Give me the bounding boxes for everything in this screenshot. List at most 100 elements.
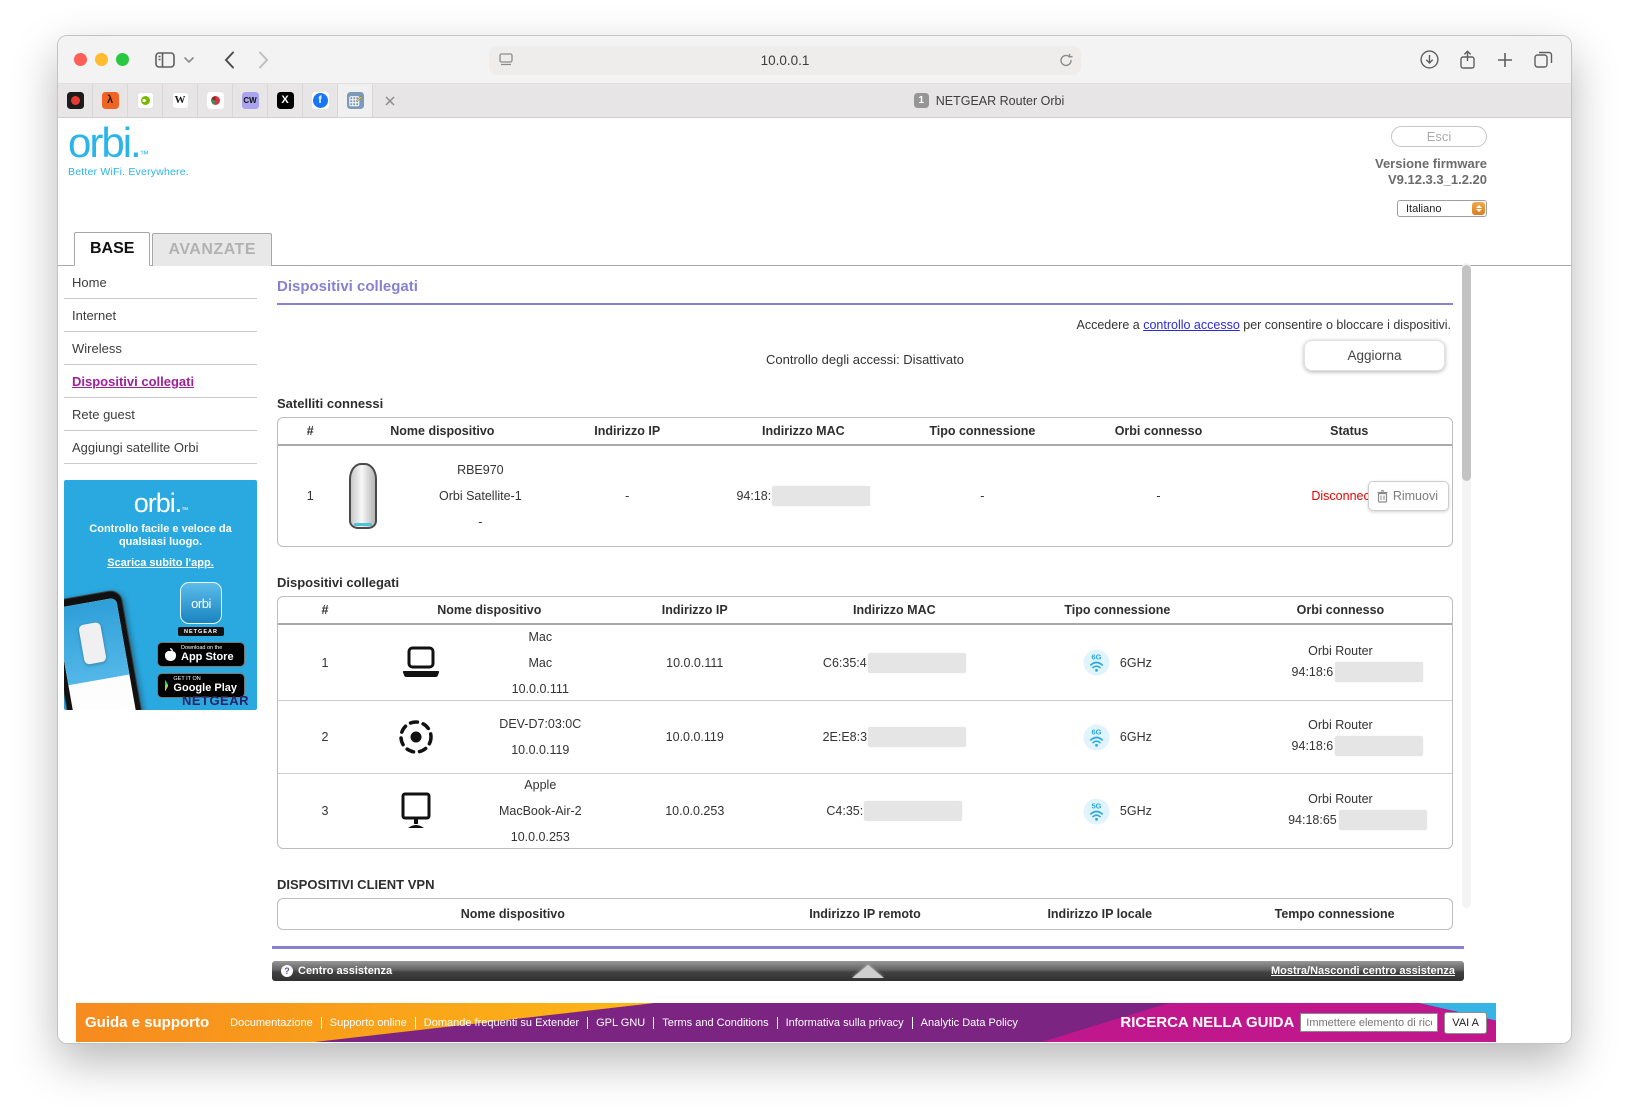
vpn-table: Nome dispositivo Indirizzo IP remoto Ind…: [277, 898, 1453, 930]
pinned-tab-lambda[interactable]: λ: [93, 84, 128, 117]
new-tab-icon[interactable]: [1491, 46, 1519, 74]
scrollbar-thumb[interactable]: [1462, 265, 1471, 481]
refresh-button[interactable]: Aggiorna: [1304, 340, 1445, 371]
redacted-mac: [1335, 736, 1423, 756]
device-row: 3 Apple MacBook-Air-2 10.0.0.253: [278, 773, 1452, 848]
devices-table: # Nome dispositivo Indirizzo IP Indirizz…: [277, 596, 1453, 849]
devices-table-header: # Nome dispositivo Indirizzo IP Indirizz…: [278, 597, 1452, 625]
footer-link-supporto-online[interactable]: Supporto online: [321, 1017, 415, 1029]
access-status: Controllo degli accessi: Disattivato: [766, 352, 964, 367]
redacted-mac: [864, 801, 962, 821]
page-title: Dispositivi collegati: [277, 266, 1453, 305]
pinned-tab-app[interactable]: [58, 84, 93, 117]
go-button[interactable]: VAI A: [1444, 1012, 1487, 1034]
footer-links: Documentazione Supporto online Domande f…: [222, 1017, 1026, 1029]
svg-text:5G: 5G: [1091, 801, 1101, 810]
browser-toolbar: 10.0.0.1: [58, 36, 1571, 84]
download-app-link[interactable]: Scarica subito l'app.: [107, 557, 214, 569]
sidebar-item-rete-guest[interactable]: Rete guest: [64, 398, 257, 431]
show-hide-help-link[interactable]: Mostra/Nascondi centro assistenza: [1271, 965, 1455, 977]
footer-link-analytic-data[interactable]: Analytic Data Policy: [912, 1017, 1026, 1029]
orbi-app-icon: orbi: [180, 582, 222, 624]
footer-link-gpl-gnu[interactable]: GPL GNU: [587, 1017, 653, 1029]
downloads-icon[interactable]: [1415, 46, 1443, 74]
satellite-row: 1 RBE970 Orbi Satellite-1 -: [278, 446, 1452, 546]
pinned-tab-netgear-active[interactable]: [338, 84, 373, 117]
main-panel: Dispositivi collegati Accedere a control…: [277, 266, 1453, 981]
ad-orbi-logo: orbi.™: [64, 488, 257, 519]
tab-avanzate[interactable]: AVANZATE: [152, 233, 272, 266]
url-text: 10.0.0.1: [761, 53, 810, 68]
traffic-lights: [74, 53, 129, 66]
footer-link-terms[interactable]: Terms and Conditions: [653, 1017, 776, 1029]
help-center-bar: ? Centro assistenza Mostra/Nascondi cent…: [272, 961, 1464, 981]
sidebar-item-aggiungi-satellite[interactable]: Aggiungi satellite Orbi: [64, 431, 257, 464]
page-scrollbar[interactable]: [1462, 263, 1471, 908]
trash-icon: [1377, 490, 1388, 503]
forward-button-icon[interactable]: [249, 46, 277, 74]
footer: Guida e supporto Documentazione Supporto…: [76, 1003, 1496, 1042]
sidebar-item-home[interactable]: Home: [64, 266, 257, 299]
browser-window: 10.0.0.1 λ W CW X f: [57, 35, 1572, 1044]
footer-link-privacy[interactable]: Informativa sulla privacy: [777, 1017, 912, 1029]
pinned-tab-nvidia[interactable]: [128, 84, 163, 117]
back-button-icon[interactable]: [215, 46, 243, 74]
remove-satellite-button[interactable]: Rimuovi: [1368, 481, 1449, 511]
redacted-mac: [772, 486, 870, 506]
active-tab[interactable]: 1 NETGEAR Router Orbi: [407, 84, 1571, 117]
logout-button[interactable]: Esci: [1391, 126, 1487, 147]
apple-icon: [165, 648, 176, 661]
access-control-line: Accedere a controllo accesso per consent…: [277, 305, 1453, 332]
tab-base[interactable]: BASE: [74, 232, 150, 266]
sidebar-item-internet[interactable]: Internet: [64, 299, 257, 332]
pinned-tab-facebook[interactable]: f: [303, 84, 338, 117]
device-row: 2 DEV-D7:03:0C 10.0.0.119: [278, 700, 1452, 773]
svg-text:6G: 6G: [1091, 727, 1101, 736]
pinned-tab-codeweavers[interactable]: CW: [233, 84, 268, 117]
help-expand-arrow-icon[interactable]: [852, 965, 884, 978]
close-window-button[interactable]: [74, 53, 87, 66]
minimize-window-button[interactable]: [95, 53, 108, 66]
play-triangle-icon: [165, 680, 168, 692]
opera-icon: [207, 92, 224, 109]
orbi-app-ad: orbi.™ Controllo facile e veloce da qual…: [64, 480, 257, 710]
main-nav-tabs: BASE AVANZATE: [58, 232, 1571, 266]
logo-tagline: Better WiFi. Everywhere.: [68, 166, 189, 178]
pinned-tab-wikipedia[interactable]: W: [163, 84, 198, 117]
pinned-tab-opera[interactable]: [198, 84, 233, 117]
footer-link-documentazione[interactable]: Documentazione: [222, 1017, 321, 1029]
tab-overview-icon[interactable]: [1529, 46, 1557, 74]
access-control-link[interactable]: controllo accesso: [1143, 318, 1240, 332]
address-bar[interactable]: 10.0.0.1: [489, 46, 1081, 75]
phone-image: [64, 589, 146, 710]
footer-link-domande-frequenti[interactable]: Domande frequenti su Extender: [415, 1017, 587, 1029]
tab-strip: λ W CW X f 1 NETGEAR Router Orbi: [58, 84, 1571, 118]
netgear-brand: NETGEAR: [182, 693, 249, 708]
redacted-mac: [868, 653, 966, 673]
redacted-mac: [1335, 662, 1423, 682]
vpn-table-header: Nome dispositivo Indirizzo IP remoto Ind…: [278, 899, 1452, 929]
share-icon[interactable]: [1453, 46, 1481, 74]
ad-text: Controllo facile e veloce da qualsiasi l…: [82, 523, 239, 549]
language-select[interactable]: Italiano: [1397, 200, 1487, 217]
sidebar-item-wireless[interactable]: Wireless: [64, 332, 257, 365]
satellites-table: # Nome dispositivo Indirizzo IP Indirizz…: [277, 417, 1453, 547]
sidebar-dropdown-chevron-icon[interactable]: [181, 46, 197, 74]
svg-text:6G: 6G: [1091, 653, 1101, 662]
app-tile-icon: [67, 92, 84, 109]
reload-icon[interactable]: [1059, 53, 1073, 68]
bottom-divider: [272, 946, 1464, 949]
wifi-band-icon: 6G: [1083, 649, 1110, 676]
pinned-tab-x[interactable]: X: [268, 84, 303, 117]
guide-search-label: RICERCA NELLA GUIDA: [1120, 1014, 1294, 1031]
app-store-badge[interactable]: Download on theApp Store: [157, 642, 245, 667]
guide-search-input[interactable]: [1300, 1013, 1438, 1032]
facebook-icon: f: [312, 92, 329, 109]
zoom-window-button[interactable]: [116, 53, 129, 66]
sidebar-item-dispositivi-collegati[interactable]: Dispositivi collegati: [64, 365, 257, 398]
close-tab-icon[interactable]: [373, 84, 407, 117]
tab-count-badge: 1: [914, 93, 929, 108]
sidebar-toggle-icon[interactable]: [151, 46, 179, 74]
redacted-mac: [868, 727, 966, 747]
satellites-section-label: Satelliti connessi: [277, 396, 1453, 411]
